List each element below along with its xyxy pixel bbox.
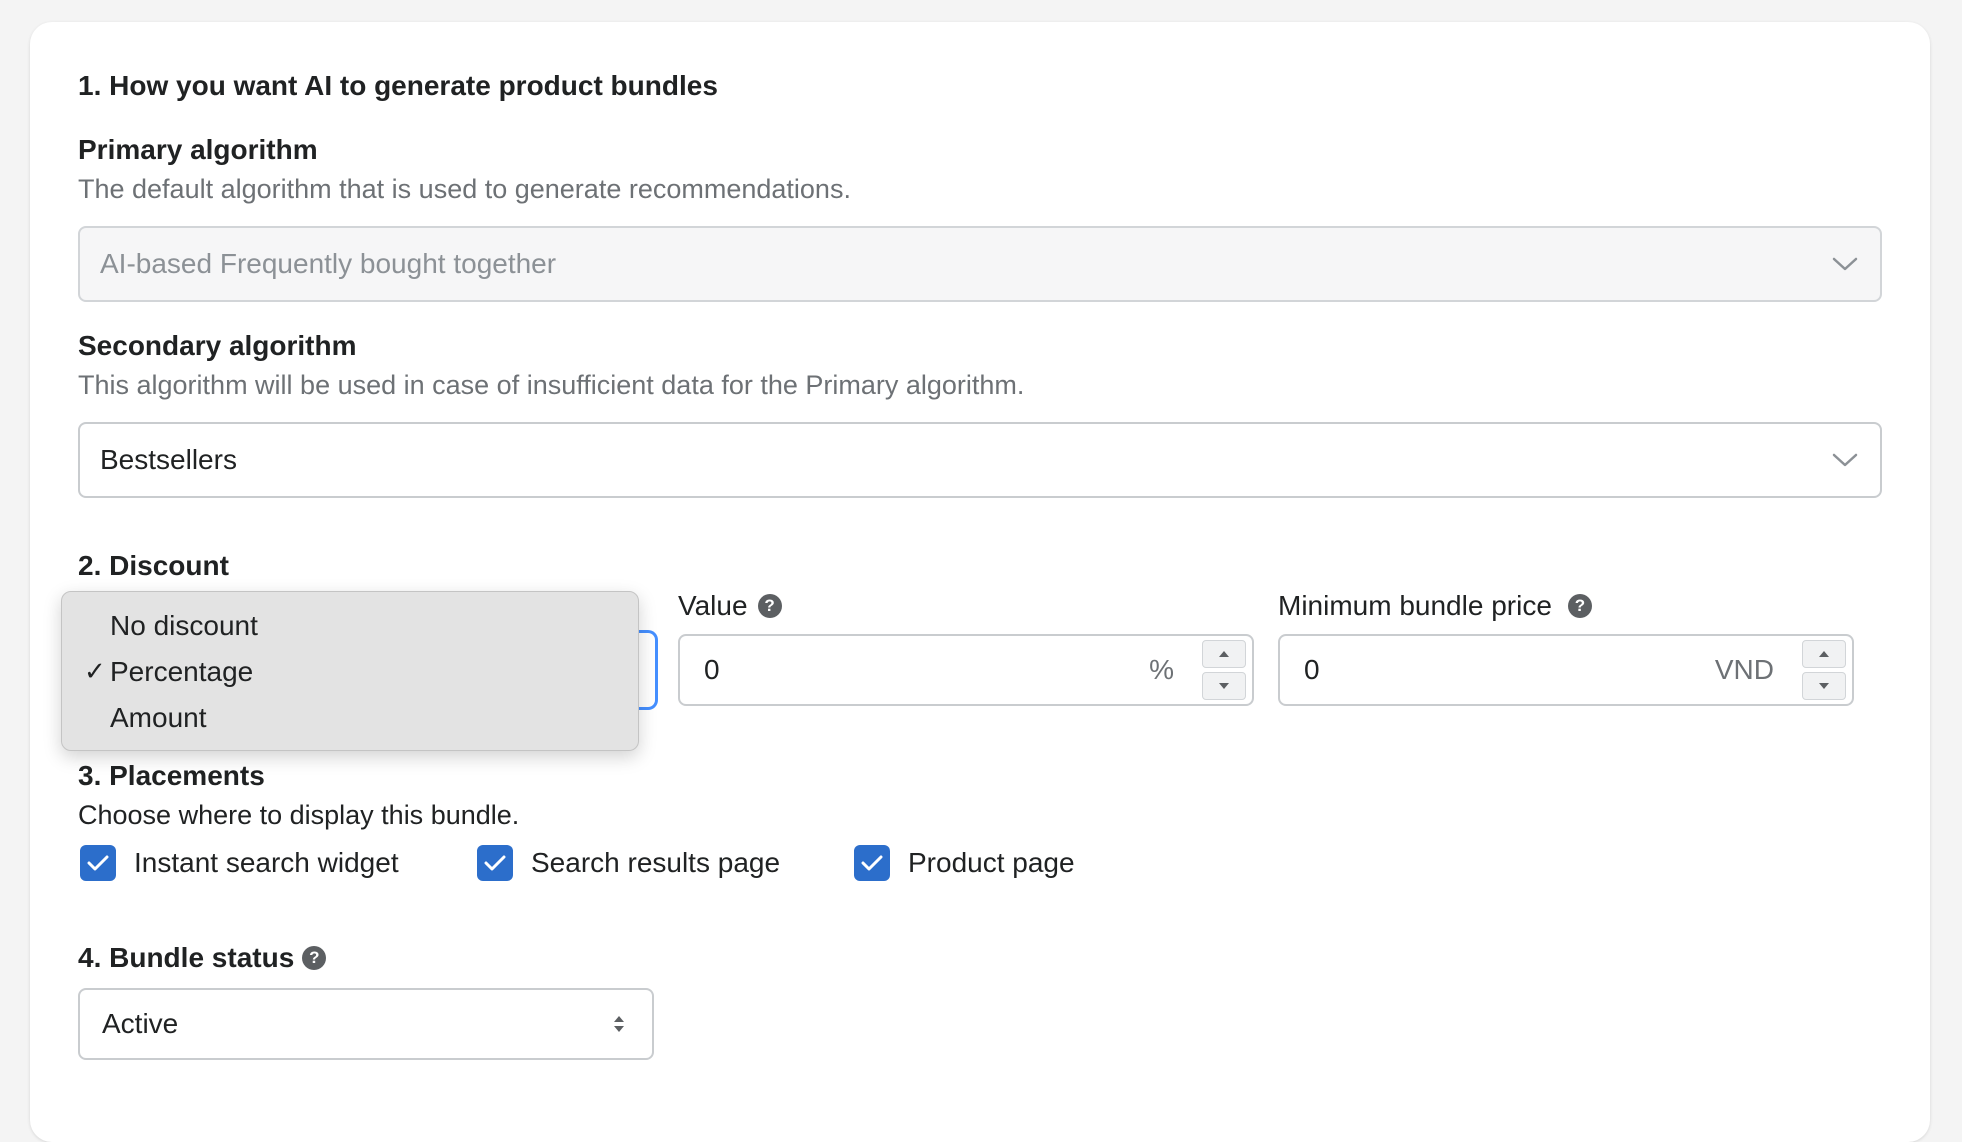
- secondary-algorithm-help: This algorithm will be used in case of i…: [78, 370, 1025, 400]
- caret-up-icon: [1219, 651, 1229, 657]
- value-label-text: Value: [678, 590, 748, 621]
- bundle-status-select[interactable]: Active: [78, 988, 654, 1060]
- min-bundle-price-input[interactable]: 0 VND: [1278, 634, 1854, 706]
- min-bundle-price-suffix: VND: [1714, 654, 1774, 685]
- discount-value-input[interactable]: 0 %: [678, 634, 1254, 706]
- placement-option-label: Product page: [908, 847, 1075, 878]
- caret-down-icon: [1819, 683, 1829, 689]
- min-bundle-price-stepper: [1802, 640, 1846, 700]
- caret-down-icon: [1219, 683, 1229, 689]
- placement-option-label: Search results page: [531, 847, 781, 878]
- bundle-status-value: Active: [102, 1008, 179, 1039]
- checkmark-icon: ✓: [84, 656, 106, 686]
- primary-algorithm-select[interactable]: AI-based Frequently bought together: [78, 226, 1882, 302]
- placements-help: Choose where to display this bundle.: [78, 800, 520, 830]
- bundle-status-title: 4. Bundle status: [78, 942, 295, 973]
- menu-item-no-discount[interactable]: No discount: [110, 610, 258, 642]
- min-bundle-price-value: 0: [1304, 654, 1320, 685]
- select-arrows-icon: [614, 1016, 624, 1032]
- checkmark-icon: [87, 855, 109, 871]
- question-mark-icon[interactable]: ?: [1567, 594, 1592, 618]
- discount-value: 0: [704, 654, 720, 685]
- secondary-algorithm-select[interactable]: Bestsellers: [78, 422, 1882, 498]
- discount-type-dropdown-menu: No discount ✓ Percentage Amount: [61, 591, 639, 751]
- discount-value-stepper: [1202, 640, 1246, 700]
- section-title-bundle-status: 4. Bundle status ?: [78, 942, 327, 974]
- caret-up-icon: [1819, 651, 1829, 657]
- primary-algorithm-help: The default algorithm that is used to ge…: [78, 174, 851, 204]
- checkmark-icon: [861, 855, 883, 871]
- question-mark-icon[interactable]: ?: [757, 594, 782, 618]
- value-label: Value ?: [678, 590, 782, 622]
- decrement-button[interactable]: [1802, 672, 1846, 700]
- placement-option-search-results[interactable]: Search results page: [477, 845, 780, 881]
- primary-algorithm-value: AI-based Frequently bought together: [100, 248, 557, 279]
- checkbox-checked[interactable]: [854, 845, 890, 881]
- checkmark-icon: [484, 855, 506, 871]
- discount-value-suffix: %: [1149, 654, 1174, 685]
- menu-item-amount[interactable]: Amount: [110, 702, 207, 734]
- section-title-generation: 1. How you want AI to generate product b…: [78, 70, 718, 101]
- section-title-discount: 2. Discount: [78, 550, 229, 581]
- increment-button[interactable]: [1202, 640, 1246, 668]
- increment-button[interactable]: [1802, 640, 1846, 668]
- checkbox-checked[interactable]: [477, 845, 513, 881]
- min-bundle-price-label: Minimum bundle price ?: [1278, 590, 1592, 622]
- question-mark-icon[interactable]: ?: [302, 946, 327, 970]
- checkbox-checked[interactable]: [80, 845, 116, 881]
- placement-option-instant-search[interactable]: Instant search widget: [80, 845, 399, 881]
- decrement-button[interactable]: [1202, 672, 1246, 700]
- chevron-down-icon: [1832, 453, 1858, 467]
- secondary-algorithm-label: Secondary algorithm: [78, 330, 357, 361]
- secondary-algorithm-value: Bestsellers: [100, 444, 237, 475]
- primary-algorithm-label: Primary algorithm: [78, 134, 318, 165]
- min-bundle-price-label-text: Minimum bundle price: [1278, 590, 1552, 621]
- section-title-placements: 3. Placements: [78, 760, 265, 791]
- placement-option-label: Instant search widget: [134, 847, 399, 878]
- menu-item-percentage[interactable]: Percentage: [110, 656, 253, 688]
- chevron-down-icon: [1832, 257, 1858, 271]
- placement-option-product-page[interactable]: Product page: [854, 845, 1075, 881]
